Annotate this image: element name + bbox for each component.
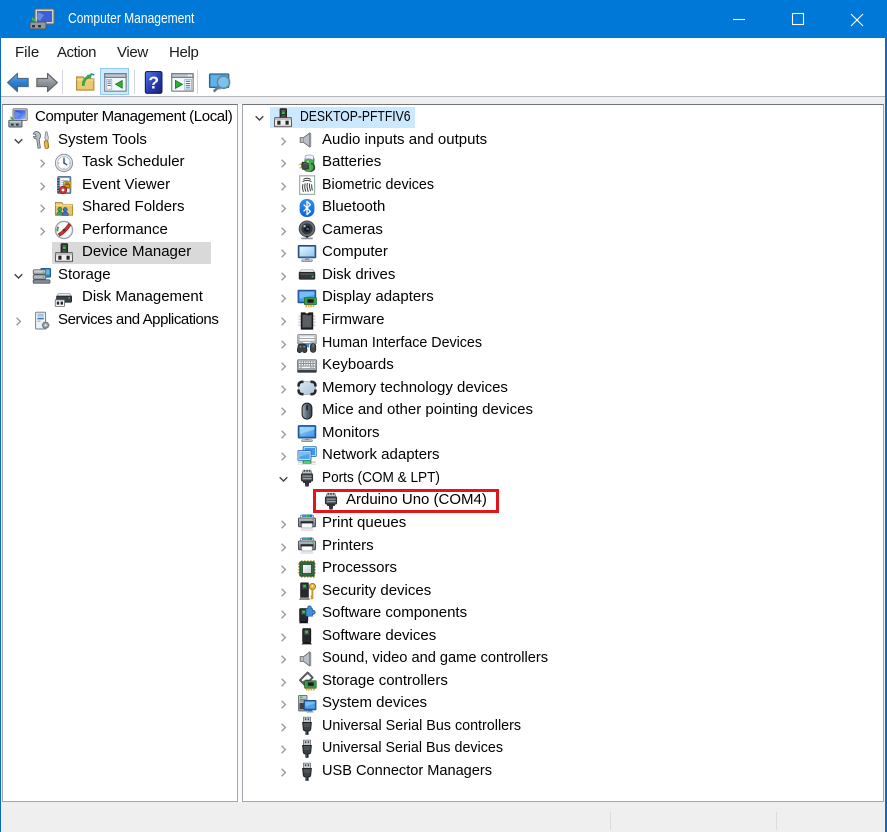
svg-text:?: ? (148, 72, 159, 92)
